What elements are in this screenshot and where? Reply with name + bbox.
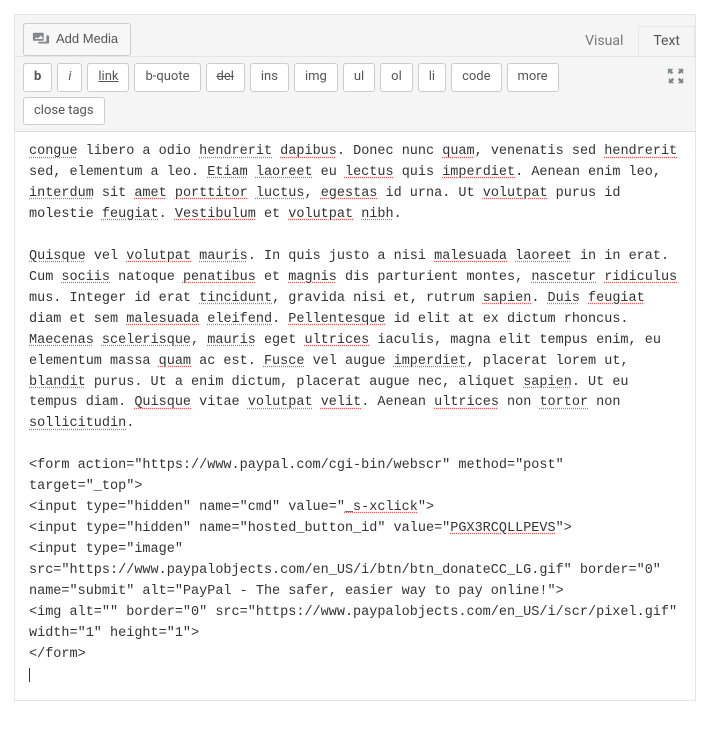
tab-visual[interactable]: Visual (570, 26, 638, 57)
editor-textarea[interactable]: congue libero a odio hendrerit dapibus. … (15, 132, 695, 700)
toolbar-more-button[interactable]: more (507, 63, 559, 92)
toolbar-code-button[interactable]: code (451, 63, 501, 92)
toolbar-bold-button[interactable]: b (23, 63, 52, 92)
toolbar-li-button[interactable]: li (418, 63, 446, 92)
editor-container: Add Media Visual Text b i link b-quote d… (14, 14, 696, 701)
toolbar-close-tags-button[interactable]: close tags (23, 97, 105, 126)
editor-tabs: Visual Text (570, 25, 695, 56)
media-icon (32, 30, 50, 48)
toolbar-link-button[interactable]: link (87, 63, 129, 92)
toolbar-ins-button[interactable]: ins (250, 63, 289, 92)
toolbar-img-button[interactable]: img (294, 63, 338, 92)
fullscreen-icon[interactable] (667, 67, 685, 85)
text-cursor (29, 668, 30, 683)
editor-top-row: Add Media Visual Text (15, 15, 695, 56)
toolbar-italic-button[interactable]: i (57, 63, 82, 92)
toolbar-ul-button[interactable]: ul (343, 63, 375, 92)
toolbar-blockquote-button[interactable]: b-quote (134, 63, 200, 92)
add-media-button[interactable]: Add Media (23, 23, 131, 56)
add-media-label: Add Media (56, 29, 118, 50)
toolbar-ol-button[interactable]: ol (380, 63, 413, 92)
toolbar-del-button[interactable]: del (206, 63, 245, 92)
tab-text[interactable]: Text (638, 26, 695, 57)
text-toolbar: b i link b-quote del ins img ul ol li co… (15, 56, 695, 133)
